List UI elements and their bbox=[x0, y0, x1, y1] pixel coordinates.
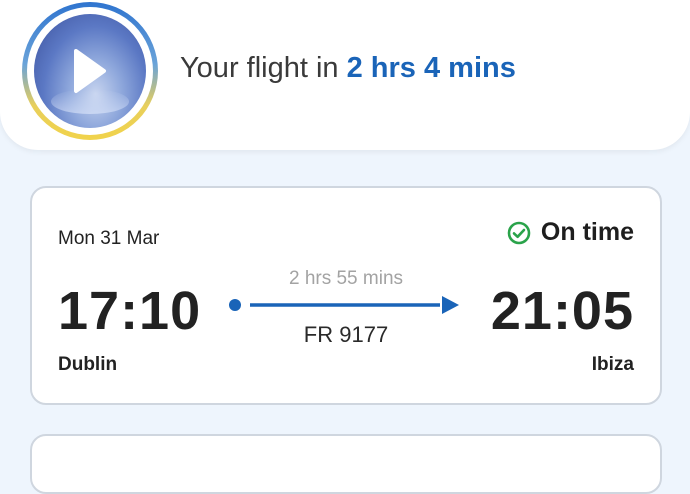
arrival-city: Ibiza bbox=[591, 354, 634, 375]
route-line bbox=[229, 296, 459, 314]
story-thumbnail bbox=[34, 14, 146, 128]
story-button[interactable] bbox=[22, 2, 158, 140]
flight-number: FR 9177 bbox=[303, 322, 389, 347]
countdown-duration: 2 hrs 4 mins bbox=[346, 52, 516, 84]
departure-time: 17:10 bbox=[58, 281, 202, 341]
countdown-headline: Your flight in 2 hrs 4 mins bbox=[180, 52, 516, 85]
flight-duration: 2 hrs 55 mins bbox=[288, 268, 404, 289]
flight-date: Mon 31 Mar bbox=[58, 228, 160, 249]
departure-city: Dublin bbox=[58, 354, 118, 375]
flight-status-label: On time bbox=[540, 218, 634, 246]
countdown-prefix: Your flight in bbox=[180, 52, 347, 84]
flight-countdown-banner: Your flight in 2 hrs 4 mins bbox=[0, 0, 690, 150]
check-circle-icon bbox=[507, 221, 531, 244]
destination-arrow-icon bbox=[442, 296, 459, 314]
flight-status: On time bbox=[507, 218, 634, 247]
play-icon bbox=[74, 49, 106, 93]
flight-card[interactable]: Mon 31 Mar On time 17:10 21:05 2 hrs 55 … bbox=[30, 186, 662, 405]
origin-dot-icon bbox=[229, 299, 241, 311]
arrival-time: 21:05 bbox=[490, 281, 634, 341]
next-card[interactable] bbox=[30, 434, 662, 494]
